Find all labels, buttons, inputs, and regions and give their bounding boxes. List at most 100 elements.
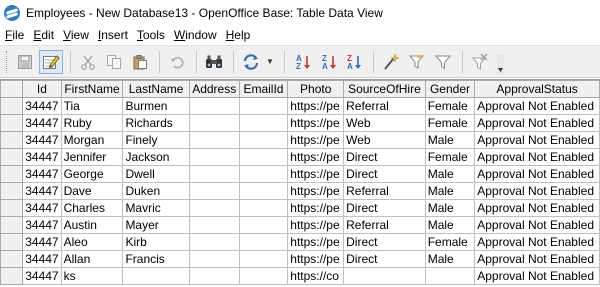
find-record-button[interactable] <box>202 50 226 74</box>
cell-address[interactable] <box>188 148 240 166</box>
standard-filter-button[interactable] <box>405 50 429 74</box>
cell-address[interactable] <box>188 165 240 183</box>
table-row[interactable]: 34447 ks https://co Approval Not Enabled <box>0 267 600 285</box>
menu-file[interactable]: File <box>0 28 28 42</box>
cell-address[interactable] <box>188 97 240 115</box>
cell-lastname[interactable]: Jackson <box>122 148 190 166</box>
table-row[interactable]: 34447 Morgan Finely https://pe Web Male Approv… <box>0 131 600 149</box>
cell-lastname[interactable] <box>122 267 190 285</box>
column-header-sourceofhire[interactable]: SourceOfHire <box>343 80 426 98</box>
row-selector[interactable] <box>0 114 24 132</box>
cell-gender[interactable]: Male <box>424 250 476 268</box>
row-selector[interactable] <box>0 131 24 149</box>
cell-address[interactable] <box>188 267 240 285</box>
cut-button[interactable] <box>76 50 100 74</box>
cell-sourceofhire[interactable]: Referral <box>343 216 426 234</box>
cell-address[interactable] <box>188 250 240 268</box>
cell-emailid[interactable] <box>238 216 289 234</box>
cell-emailid[interactable] <box>238 97 289 115</box>
cell-gender[interactable]: Female <box>424 148 476 166</box>
row-selector[interactable] <box>0 250 24 268</box>
cell-photo[interactable]: https://pe <box>287 199 345 217</box>
cell-lastname[interactable]: Finely <box>122 131 190 149</box>
cell-sourceofhire[interactable]: Direct <box>343 199 426 217</box>
menu-tools[interactable]: Tools <box>132 28 169 42</box>
menu-window[interactable]: Window <box>169 28 221 42</box>
row-selector[interactable] <box>0 182 24 200</box>
table-row[interactable]: 34447 Jennifer Jackson https://pe Direct Fema… <box>0 148 600 166</box>
cell-firstname[interactable]: George <box>60 165 124 183</box>
apply-filter-button[interactable] <box>431 50 455 74</box>
cell-address[interactable] <box>188 114 240 132</box>
cell-id[interactable]: 34447 <box>22 97 62 115</box>
cell-photo[interactable]: https://pe <box>287 216 345 234</box>
cell-sourceofhire[interactable]: Web <box>343 131 426 149</box>
cell-emailid[interactable] <box>238 233 289 251</box>
cell-lastname[interactable]: Richards <box>122 114 190 132</box>
toolbar-overflow-button[interactable] <box>496 50 504 74</box>
cell-emailid[interactable] <box>238 148 289 166</box>
cell-id[interactable]: 34447 <box>22 165 62 183</box>
cell-approvalstatus[interactable]: Approval Not Enabled <box>474 131 600 149</box>
copy-button[interactable] <box>102 50 126 74</box>
cell-lastname[interactable]: Mayer <box>122 216 190 234</box>
cell-id[interactable]: 34447 <box>22 216 62 234</box>
cell-gender[interactable]: Female <box>424 97 476 115</box>
row-selector[interactable] <box>0 267 24 285</box>
cell-lastname[interactable]: Dwell <box>122 165 190 183</box>
cell-address[interactable] <box>188 199 240 217</box>
cell-firstname[interactable]: Tia <box>60 97 124 115</box>
column-header-lastname[interactable]: LastName <box>122 80 190 98</box>
cell-photo[interactable]: https://pe <box>287 182 345 200</box>
column-header-gender[interactable]: Gender <box>424 80 476 98</box>
undo-button[interactable] <box>165 50 189 74</box>
save-button[interactable] <box>13 50 37 74</box>
cell-photo[interactable]: https://pe <box>287 97 345 115</box>
cell-photo[interactable]: https://pe <box>287 114 345 132</box>
cell-sourceofhire[interactable]: Direct <box>343 165 426 183</box>
cell-approvalstatus[interactable]: Approval Not Enabled <box>474 97 600 115</box>
cell-address[interactable] <box>188 216 240 234</box>
cell-approvalstatus[interactable]: Approval Not Enabled <box>474 165 600 183</box>
cell-address[interactable] <box>188 131 240 149</box>
cell-approvalstatus[interactable]: Approval Not Enabled <box>474 182 600 200</box>
column-header-emailid[interactable]: EmailId <box>238 80 289 98</box>
table-row[interactable]: 34447 Allan Francis https://pe Direct Male App… <box>0 250 600 268</box>
row-selector[interactable] <box>0 97 24 115</box>
cell-lastname[interactable]: Francis <box>122 250 190 268</box>
cell-sourceofhire[interactable]: Web <box>343 114 426 132</box>
cell-firstname[interactable]: Allan <box>60 250 124 268</box>
column-header-approvalstatus[interactable]: ApprovalStatus <box>474 80 600 98</box>
table-row[interactable]: 34447 Ruby Richards https://pe Web Female Appr… <box>0 114 600 132</box>
row-selector[interactable] <box>0 199 24 217</box>
cell-gender[interactable]: Male <box>424 182 476 200</box>
menu-insert[interactable]: Insert <box>93 28 132 42</box>
cell-lastname[interactable]: Kirb <box>122 233 190 251</box>
cell-sourceofhire[interactable]: Direct <box>343 233 426 251</box>
sort-ascending-button[interactable]: AZ <box>290 50 314 74</box>
cell-emailid[interactable] <box>238 267 289 285</box>
cell-gender[interactable] <box>424 267 476 285</box>
cell-address[interactable] <box>188 233 240 251</box>
cell-lastname[interactable]: Burmen <box>122 97 190 115</box>
column-header-address[interactable]: Address <box>188 80 240 98</box>
cell-firstname[interactable]: Jennifer <box>60 148 124 166</box>
table-row[interactable]: 34447 Austin Mayer https://pe Referral Male Ap… <box>0 216 600 234</box>
cell-gender[interactable]: Male <box>424 165 476 183</box>
cell-approvalstatus[interactable]: Approval Not Enabled <box>474 216 600 234</box>
cell-sourceofhire[interactable]: Direct <box>343 250 426 268</box>
sort-button[interactable]: ZA <box>342 50 366 74</box>
cell-firstname[interactable]: Morgan <box>60 131 124 149</box>
cell-id[interactable]: 34447 <box>22 182 62 200</box>
cell-address[interactable] <box>188 182 240 200</box>
cell-sourceofhire[interactable]: Direct <box>343 148 426 166</box>
cell-firstname[interactable]: Aleo <box>60 233 124 251</box>
cell-id[interactable]: 34447 <box>22 233 62 251</box>
cell-approvalstatus[interactable]: Approval Not Enabled <box>474 114 600 132</box>
cell-lastname[interactable]: Duken <box>122 182 190 200</box>
cell-sourceofhire[interactable]: Referral <box>343 97 426 115</box>
cell-lastname[interactable]: Mavric <box>122 199 190 217</box>
column-header-photo[interactable]: Photo <box>287 80 345 98</box>
refresh-dropdown-arrow[interactable]: ▼ <box>265 50 275 74</box>
cell-photo[interactable]: https://pe <box>287 148 345 166</box>
